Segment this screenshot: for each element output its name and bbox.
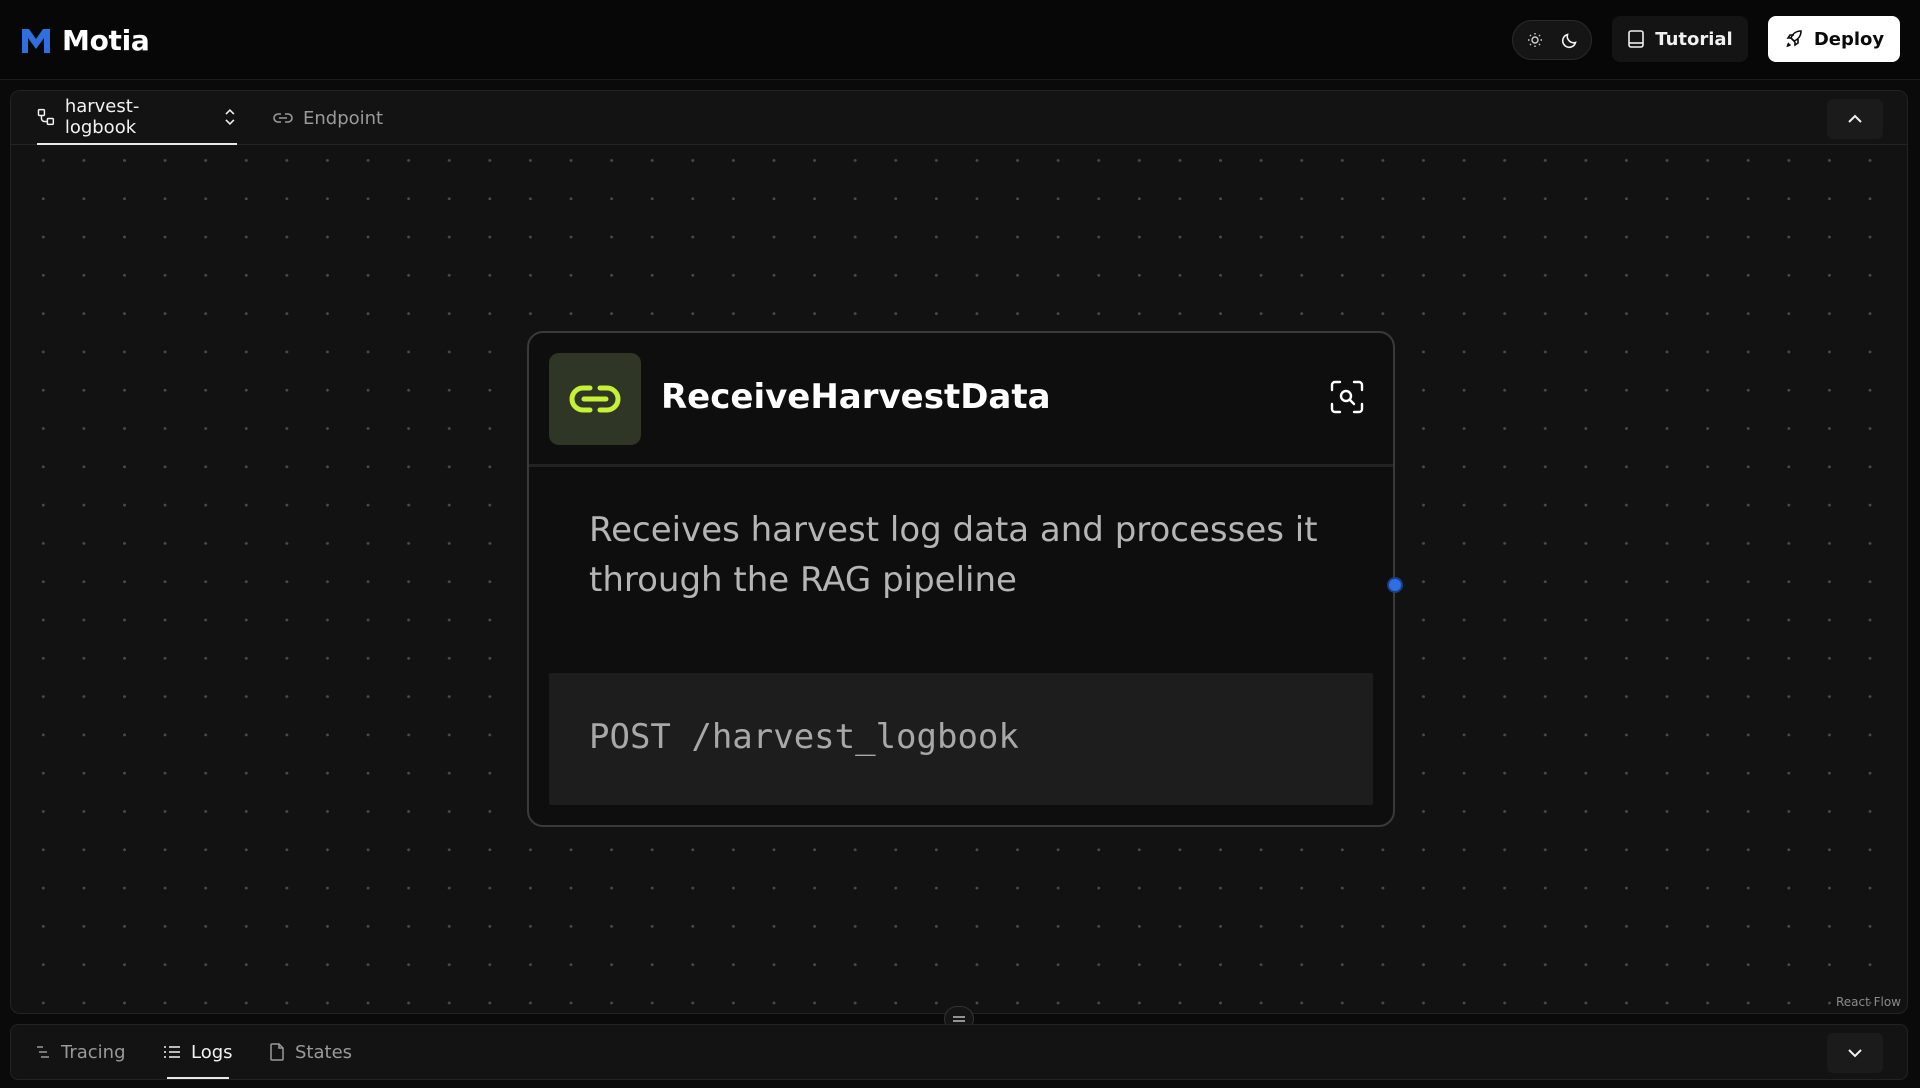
rocket-icon	[1786, 30, 1802, 48]
flow-selector[interactable]: harvest-logbook	[37, 91, 237, 145]
chevron-down-icon	[1848, 1049, 1862, 1058]
deploy-button[interactable]: Deploy	[1768, 16, 1900, 62]
chevron-up-icon	[1848, 114, 1862, 123]
collapse-panel-button[interactable]	[1827, 99, 1883, 139]
tutorial-label: Tutorial	[1655, 28, 1733, 50]
step-node-card[interactable]: ReceiveHarvestData Receives harvest log …	[527, 331, 1403, 827]
workflow-icon	[37, 108, 55, 126]
scan-search-icon	[1330, 380, 1364, 414]
react-flow-attribution[interactable]: React Flow	[1832, 993, 1905, 1011]
deploy-label: Deploy	[1813, 28, 1885, 50]
tab-states-label: States	[295, 1041, 353, 1063]
tab-logs[interactable]: Logs	[163, 1025, 233, 1079]
node-endpoint-route: POST /harvest_logbook	[549, 673, 1373, 805]
node-output-handle[interactable]	[1387, 577, 1403, 593]
tab-endpoint[interactable]: Endpoint	[273, 91, 383, 145]
flow-selector-label: harvest-logbook	[64, 96, 140, 138]
list-icon	[164, 1046, 180, 1058]
tab-logs-label: Logs	[191, 1041, 233, 1063]
tab-tracing-label: Tracing	[61, 1041, 126, 1063]
top-bar: Motia Tutorial Deploy	[0, 0, 1920, 80]
inspect-node-button[interactable]	[1327, 377, 1367, 417]
app-logo[interactable]: Motia	[20, 24, 150, 57]
flow-tab-bar: harvest-logbook Endpoint	[11, 91, 1907, 145]
tutorial-button[interactable]: Tutorial	[1612, 16, 1748, 62]
endpoint-route-text: POST /harvest_logbook	[589, 717, 1019, 757]
app-name: Motia	[62, 24, 150, 57]
grip-horizontal-icon	[953, 1016, 965, 1022]
node-type-badge	[549, 353, 641, 445]
tab-states[interactable]: States	[269, 1025, 352, 1079]
node-title: ReceiveHarvestData	[661, 377, 1051, 417]
flow-canvas[interactable]: harvest-logbook Endpoint ReceiveHarvestD…	[10, 90, 1908, 1014]
node-description: Receives harvest log data and processes …	[589, 510, 1318, 600]
tab-tracing[interactable]: Tracing	[35, 1025, 126, 1079]
sun-icon[interactable]	[1520, 25, 1550, 55]
node-header: ReceiveHarvestData	[529, 333, 1393, 467]
file-icon	[270, 1043, 284, 1061]
tracing-icon	[37, 1046, 49, 1058]
moon-icon[interactable]	[1555, 25, 1585, 55]
book-icon	[1628, 30, 1645, 48]
bottom-panel-tabs: Tracing Logs States	[10, 1024, 1908, 1080]
link-icon	[273, 113, 293, 123]
link-icon	[569, 385, 621, 413]
chevrons-up-down-icon	[225, 108, 235, 126]
endpoint-label: Endpoint	[303, 107, 384, 129]
theme-toggle[interactable]	[1512, 20, 1592, 60]
collapse-bottom-panel-button[interactable]	[1827, 1033, 1883, 1073]
motia-logo-icon	[22, 28, 50, 53]
